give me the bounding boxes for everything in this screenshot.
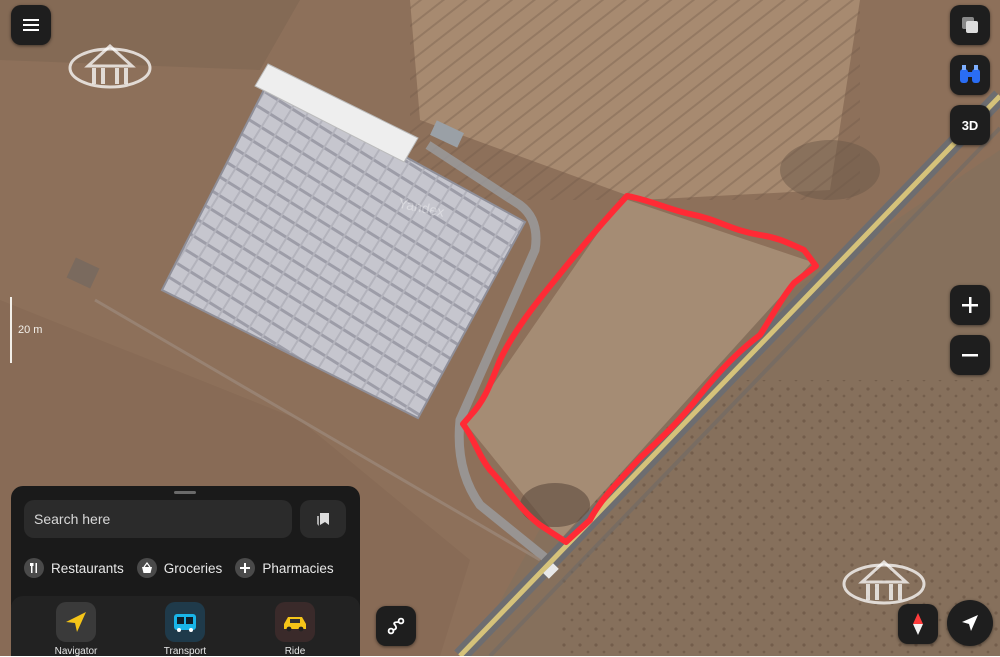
route-ruler-icon [387, 617, 405, 635]
nav-label: Navigator [54, 646, 98, 657]
menu-button[interactable] [11, 5, 51, 45]
nav-ride[interactable]: Ride [250, 602, 340, 657]
compass-icon [913, 613, 923, 635]
nav-transport[interactable]: Transport [140, 602, 230, 657]
nav-navigator[interactable]: Navigator [31, 602, 121, 657]
bookmarks-button[interactable] [300, 500, 346, 538]
basket-icon [136, 558, 157, 578]
ruler-tool-button[interactable] [376, 606, 416, 646]
panorama-button[interactable] [950, 55, 990, 95]
nav-label: Ride [284, 646, 306, 657]
category-chips: Restaurants Groceries Pharmacies [24, 556, 347, 580]
zoom-out-button[interactable] [950, 335, 990, 375]
chip-label: Pharmacies [262, 560, 334, 576]
nav-label: Transport [163, 646, 207, 657]
search-input[interactable]: Search here [24, 500, 292, 538]
logo-watermark [68, 43, 152, 89]
layers-button[interactable] [950, 5, 990, 45]
sheet-grabber-handle[interactable] [174, 491, 196, 494]
chip-label: Restaurants [51, 560, 124, 576]
zoom-in-button[interactable] [950, 285, 990, 325]
bus-icon [165, 602, 205, 642]
plus-icon [962, 297, 978, 313]
chip-label: Groceries [163, 560, 223, 576]
service-nav-bar: Navigator Transport Ride [11, 596, 360, 657]
logo-watermark [842, 559, 926, 605]
scale-bar [10, 297, 12, 363]
compass-button[interactable] [898, 604, 938, 644]
hamburger-menu-icon [23, 19, 39, 31]
scale-label: 20 m [18, 324, 43, 336]
chip-groceries[interactable]: Groceries [136, 556, 223, 580]
fork-knife-icon [24, 558, 44, 578]
taxi-icon [275, 602, 315, 642]
chip-restaurants[interactable]: Restaurants [24, 556, 124, 580]
cross-icon [235, 558, 256, 578]
bookmarks-icon [317, 513, 329, 526]
3d-toggle-button[interactable]: 3D [950, 105, 990, 145]
chip-pharmacies[interactable]: Pharmacies [235, 556, 334, 580]
navigator-arrow-icon [56, 602, 96, 642]
minus-icon [962, 354, 978, 357]
my-location-button[interactable] [947, 600, 993, 646]
layers-icon [962, 17, 978, 33]
panorama-binoculars-icon [960, 65, 980, 83]
bottom-sheet-panel[interactable]: Search here Restaurants Groceries Pharma… [11, 486, 360, 657]
location-arrow-icon [962, 615, 978, 631]
